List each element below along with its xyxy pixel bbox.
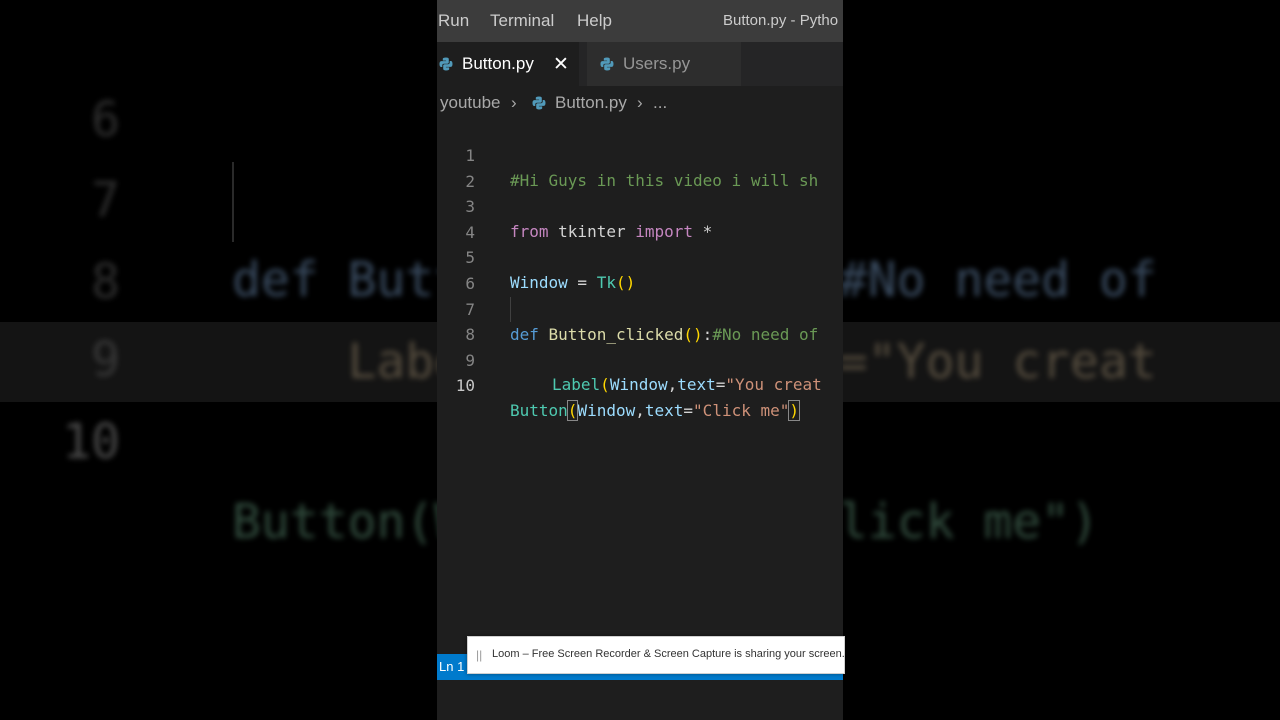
chevron-right-icon: › — [637, 93, 643, 112]
operator-token: , — [667, 375, 678, 395]
code-line-current: 10 Button(Window,text="Click me") — [437, 348, 843, 422]
cursor-position[interactable]: Ln 1 — [439, 659, 464, 674]
string-token: "Click me" — [693, 401, 790, 421]
line-number: 10 — [455, 376, 475, 396]
chevron-right-icon: › — [511, 93, 517, 112]
code-line: 6 — [437, 246, 843, 293]
variable-token: text — [677, 375, 716, 395]
breadcrumb-file[interactable]: Button.py — [555, 93, 627, 113]
tab-label: Users.py — [623, 54, 691, 73]
python-icon — [439, 57, 453, 71]
operator-token: = — [715, 375, 726, 395]
tab-label: Button.py — [462, 54, 534, 73]
code-line: 4 — [437, 195, 843, 242]
python-icon — [532, 96, 546, 110]
menu-help[interactable]: Help — [577, 11, 612, 31]
breadcrumb-folder[interactable]: youtube — [440, 93, 501, 113]
tab-bar: Button.py ✕ Users.py — [437, 42, 843, 86]
window-title: Button.py - Pytho — [723, 12, 839, 29]
indent-guide — [510, 297, 511, 323]
menu-terminal[interactable]: Terminal — [490, 11, 554, 31]
vscode-window: Run Terminal Help Button.py - Pytho Butt… — [437, 0, 843, 720]
code-line: 7 def Button_clicked():#No need of — [437, 272, 843, 344]
code-text: Button(Window,text="Click me") — [510, 398, 800, 423]
code-line: 3 from tkinter import * — [437, 169, 843, 241]
background-indent-guide — [232, 162, 234, 242]
breadcrumb-more[interactable]: ... — [653, 93, 667, 113]
loom-message: Loom – Free Screen Recorder & Screen Cap… — [492, 648, 845, 660]
code-line: 5 Window = Tk() — [437, 220, 843, 292]
code-line: 1 #Hi Guys in this video i will sh — [437, 118, 843, 190]
code-line: 8 Label(Window,text="You creat — [437, 297, 843, 394]
drag-handle-icon[interactable]: || — [476, 648, 482, 662]
code-text: Label(Window,text="You creat — [552, 372, 822, 397]
paren-token: ) — [788, 400, 800, 422]
paren-token: ( — [566, 400, 579, 422]
menu-bar: Run Terminal Help Button.py - Pytho — [437, 0, 843, 42]
tab-button-py[interactable]: Button.py ✕ — [437, 42, 579, 86]
tab-close-icon[interactable]: ✕ — [553, 53, 569, 76]
variable-token: Window — [577, 401, 636, 421]
breadcrumb: youtube › Button.py › ... — [439, 88, 843, 118]
paren-token: ( — [600, 375, 610, 395]
loom-sharing-notification: || Loom – Free Screen Recorder & Screen … — [467, 636, 845, 674]
code-line: 2 — [437, 144, 843, 191]
string-token: "You creat — [725, 375, 822, 395]
operator-token: , — [635, 401, 645, 421]
python-icon — [600, 57, 614, 71]
operator-token: = — [683, 401, 694, 421]
class-token: Button — [510, 401, 568, 421]
tab-users-py[interactable]: Users.py — [587, 42, 741, 86]
menu-run[interactable]: Run — [438, 11, 469, 31]
background-line-number: 10 — [62, 414, 120, 470]
variable-token: text — [644, 401, 684, 421]
code-line: 9 — [437, 323, 843, 370]
class-token: Label — [552, 375, 601, 395]
code-editor[interactable]: 1 #Hi Guys in this video i will sh 2 3 f… — [437, 118, 843, 648]
variable-token: Window — [609, 375, 668, 395]
